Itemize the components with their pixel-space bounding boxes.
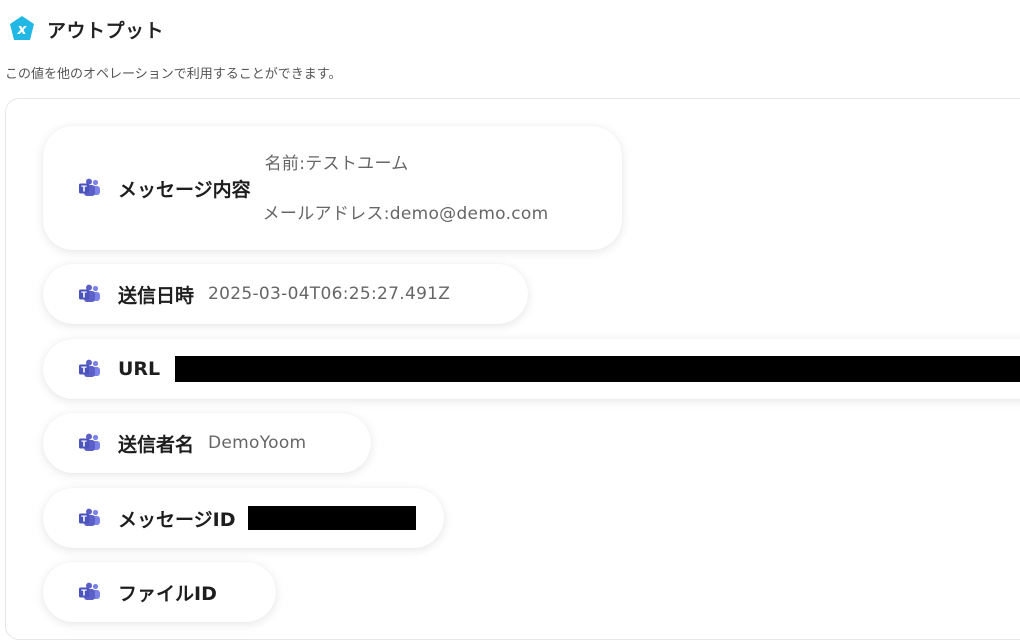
svg-text:x: x [16,22,27,38]
svg-text:T: T [81,440,87,449]
output-item-sent-datetime[interactable]: T 送信日時 2025-03-04T06:25:27.491Z [43,264,528,324]
svg-text:T: T [81,185,87,194]
redacted-value [248,506,417,530]
redacted-value [175,356,1020,382]
yoom-logo-icon: x [8,15,36,43]
output-value: DemoYoom [208,433,307,453]
output-value-line: メールアドレス:demo@demo.com [262,203,549,224]
output-value: 名前:テストユーム メールアドレス:demo@demo.com [263,149,549,224]
output-description: この値を他のオペレーションで利用することができます。 [5,67,342,82]
svg-text:T: T [81,291,87,300]
output-header: x アウトプット [8,14,164,44]
output-item-file-id[interactable]: T ファイルID [43,562,276,622]
output-value-line: 名前:テストユーム [264,153,409,174]
output-value: 2025-03-04T06:25:27.491Z [208,284,451,304]
teams-icon: T [78,359,102,379]
page-title: アウトプット [47,19,165,42]
output-label: URL [118,358,161,380]
output-label: 送信者名 [118,433,195,456]
output-label: メッセージID [118,508,236,531]
teams-icon: T [78,582,102,602]
output-label: メッセージ内容 [118,178,251,201]
output-item-message-content[interactable]: T メッセージ内容 名前:テストユーム メールアドレス:demo@demo.co… [43,126,622,250]
output-label: 送信日時 [118,284,195,307]
teams-icon: T [78,508,102,528]
teams-icon: T [78,178,102,198]
output-label: ファイルID [118,582,217,605]
svg-text:T: T [81,515,87,524]
output-item-sender-name[interactable]: T 送信者名 DemoYoom [43,413,371,473]
teams-icon: T [78,433,102,453]
output-item-url[interactable]: T URL [43,339,1020,399]
svg-text:T: T [81,366,87,375]
teams-icon: T [78,284,102,304]
output-item-message-id[interactable]: T メッセージID [43,488,444,548]
svg-text:T: T [81,589,87,598]
